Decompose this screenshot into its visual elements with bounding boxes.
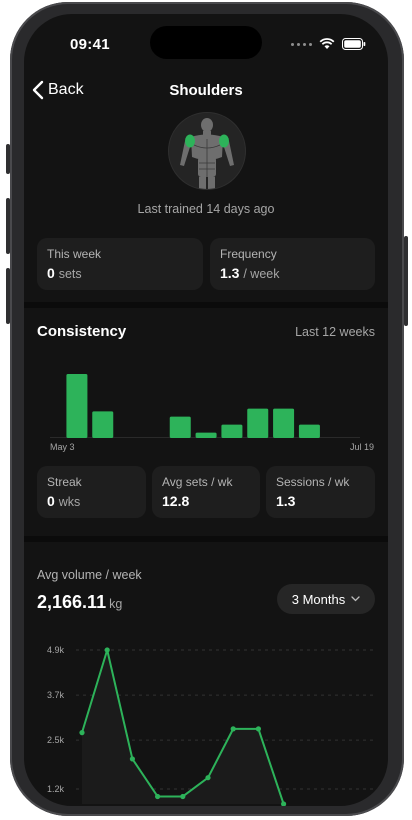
this-week-unit: sets <box>58 267 82 281</box>
bar-1 <box>66 374 88 438</box>
consistency-title: Consistency <box>37 323 127 340</box>
volume-point <box>104 647 110 653</box>
frequency-number: 1.3 <box>220 265 240 281</box>
battery-icon <box>342 38 366 50</box>
volume-point <box>180 793 186 800</box>
sessions-label: Sessions / wk <box>276 475 350 489</box>
volume-point <box>230 726 236 732</box>
screen: 09:41 Shoulders Back Last trained 14 day… <box>24 14 388 806</box>
consistency-end-label: Jul 19 <box>349 442 374 452</box>
y-tick-label: 1.2k <box>47 784 65 794</box>
volume-value: 2,166.11 kg <box>37 592 122 613</box>
streak-value: 0 wks <box>47 493 80 509</box>
frequency-unit: / week <box>243 267 280 281</box>
sessions-value: 1.3 <box>276 493 295 509</box>
bar-7 <box>221 424 243 438</box>
volume-point <box>155 793 161 800</box>
frequency-card: Frequency 1.3 / week <box>210 238 375 290</box>
this-week-card: This week 0 sets <box>37 238 203 290</box>
bar-10 <box>298 424 320 438</box>
volume-number: 2,166.11 <box>37 592 107 612</box>
streak-card: Streak 0 wks <box>37 466 146 518</box>
muscle-avatar <box>168 112 246 190</box>
bar-8 <box>247 408 269 438</box>
y-tick-label: 3.7k <box>47 690 65 700</box>
volume-point <box>205 775 211 781</box>
chevron-down-icon <box>351 596 360 602</box>
cellular-icon <box>291 42 312 46</box>
avg-sets-label: Avg sets / wk <box>162 475 233 489</box>
bar-9 <box>273 408 295 438</box>
streak-unit: wks <box>58 495 81 509</box>
volume-up-button <box>6 198 10 254</box>
volume-unit: kg <box>109 597 123 611</box>
action-button <box>6 144 10 174</box>
volume-label: Avg volume / week <box>37 568 142 582</box>
status-icons <box>291 38 366 50</box>
bar-6 <box>195 432 217 438</box>
streak-number: 0 <box>47 493 55 509</box>
nav-bar: Shoulders Back <box>24 80 388 110</box>
frequency-label: Frequency <box>220 247 277 261</box>
this-week-value: 0 sets <box>47 265 82 281</box>
consistency-range: Last 12 weeks <box>295 325 375 339</box>
consistency-start-label: May 3 <box>50 442 75 452</box>
streak-label: Streak <box>47 475 82 489</box>
volume-line-chart: 4.9k 3.7k 2.5k 1.2k <box>47 645 376 806</box>
status-time: 09:41 <box>70 36 110 53</box>
chevron-left-icon <box>32 80 44 100</box>
bar-5 <box>169 416 191 438</box>
consistency-bar-chart <box>50 374 360 438</box>
sessions-number: 1.3 <box>276 493 296 509</box>
section-divider <box>24 536 388 542</box>
volume-point <box>255 726 261 732</box>
volume-point <box>79 730 85 736</box>
y-tick-label: 4.9k <box>47 645 65 655</box>
volume-point <box>129 756 135 762</box>
avg-sets-value: 12.8 <box>162 493 189 509</box>
this-week-number: 0 <box>47 265 55 281</box>
bar-2 <box>92 411 114 438</box>
range-dropdown[interactable]: 3 Months <box>277 584 375 614</box>
avg-sets-number: 12.8 <box>162 493 190 509</box>
wifi-icon <box>319 38 335 49</box>
back-button[interactable]: Back <box>32 80 84 100</box>
volume-down-button <box>6 268 10 324</box>
shoulders-muscle-icon <box>180 118 234 189</box>
this-week-label: This week <box>47 247 102 261</box>
range-dropdown-label: 3 Months <box>291 591 346 607</box>
avg-sets-card: Avg sets / wk 12.8 <box>152 466 260 518</box>
dynamic-island <box>150 26 262 59</box>
last-trained-text: Last trained 14 days ago <box>137 202 275 216</box>
frequency-value: 1.3 / week <box>220 265 280 281</box>
section-divider <box>24 302 388 308</box>
power-button <box>404 236 408 326</box>
y-tick-label: 2.5k <box>47 735 65 745</box>
back-label: Back <box>48 81 84 98</box>
sessions-card: Sessions / wk 1.3 <box>266 466 375 518</box>
